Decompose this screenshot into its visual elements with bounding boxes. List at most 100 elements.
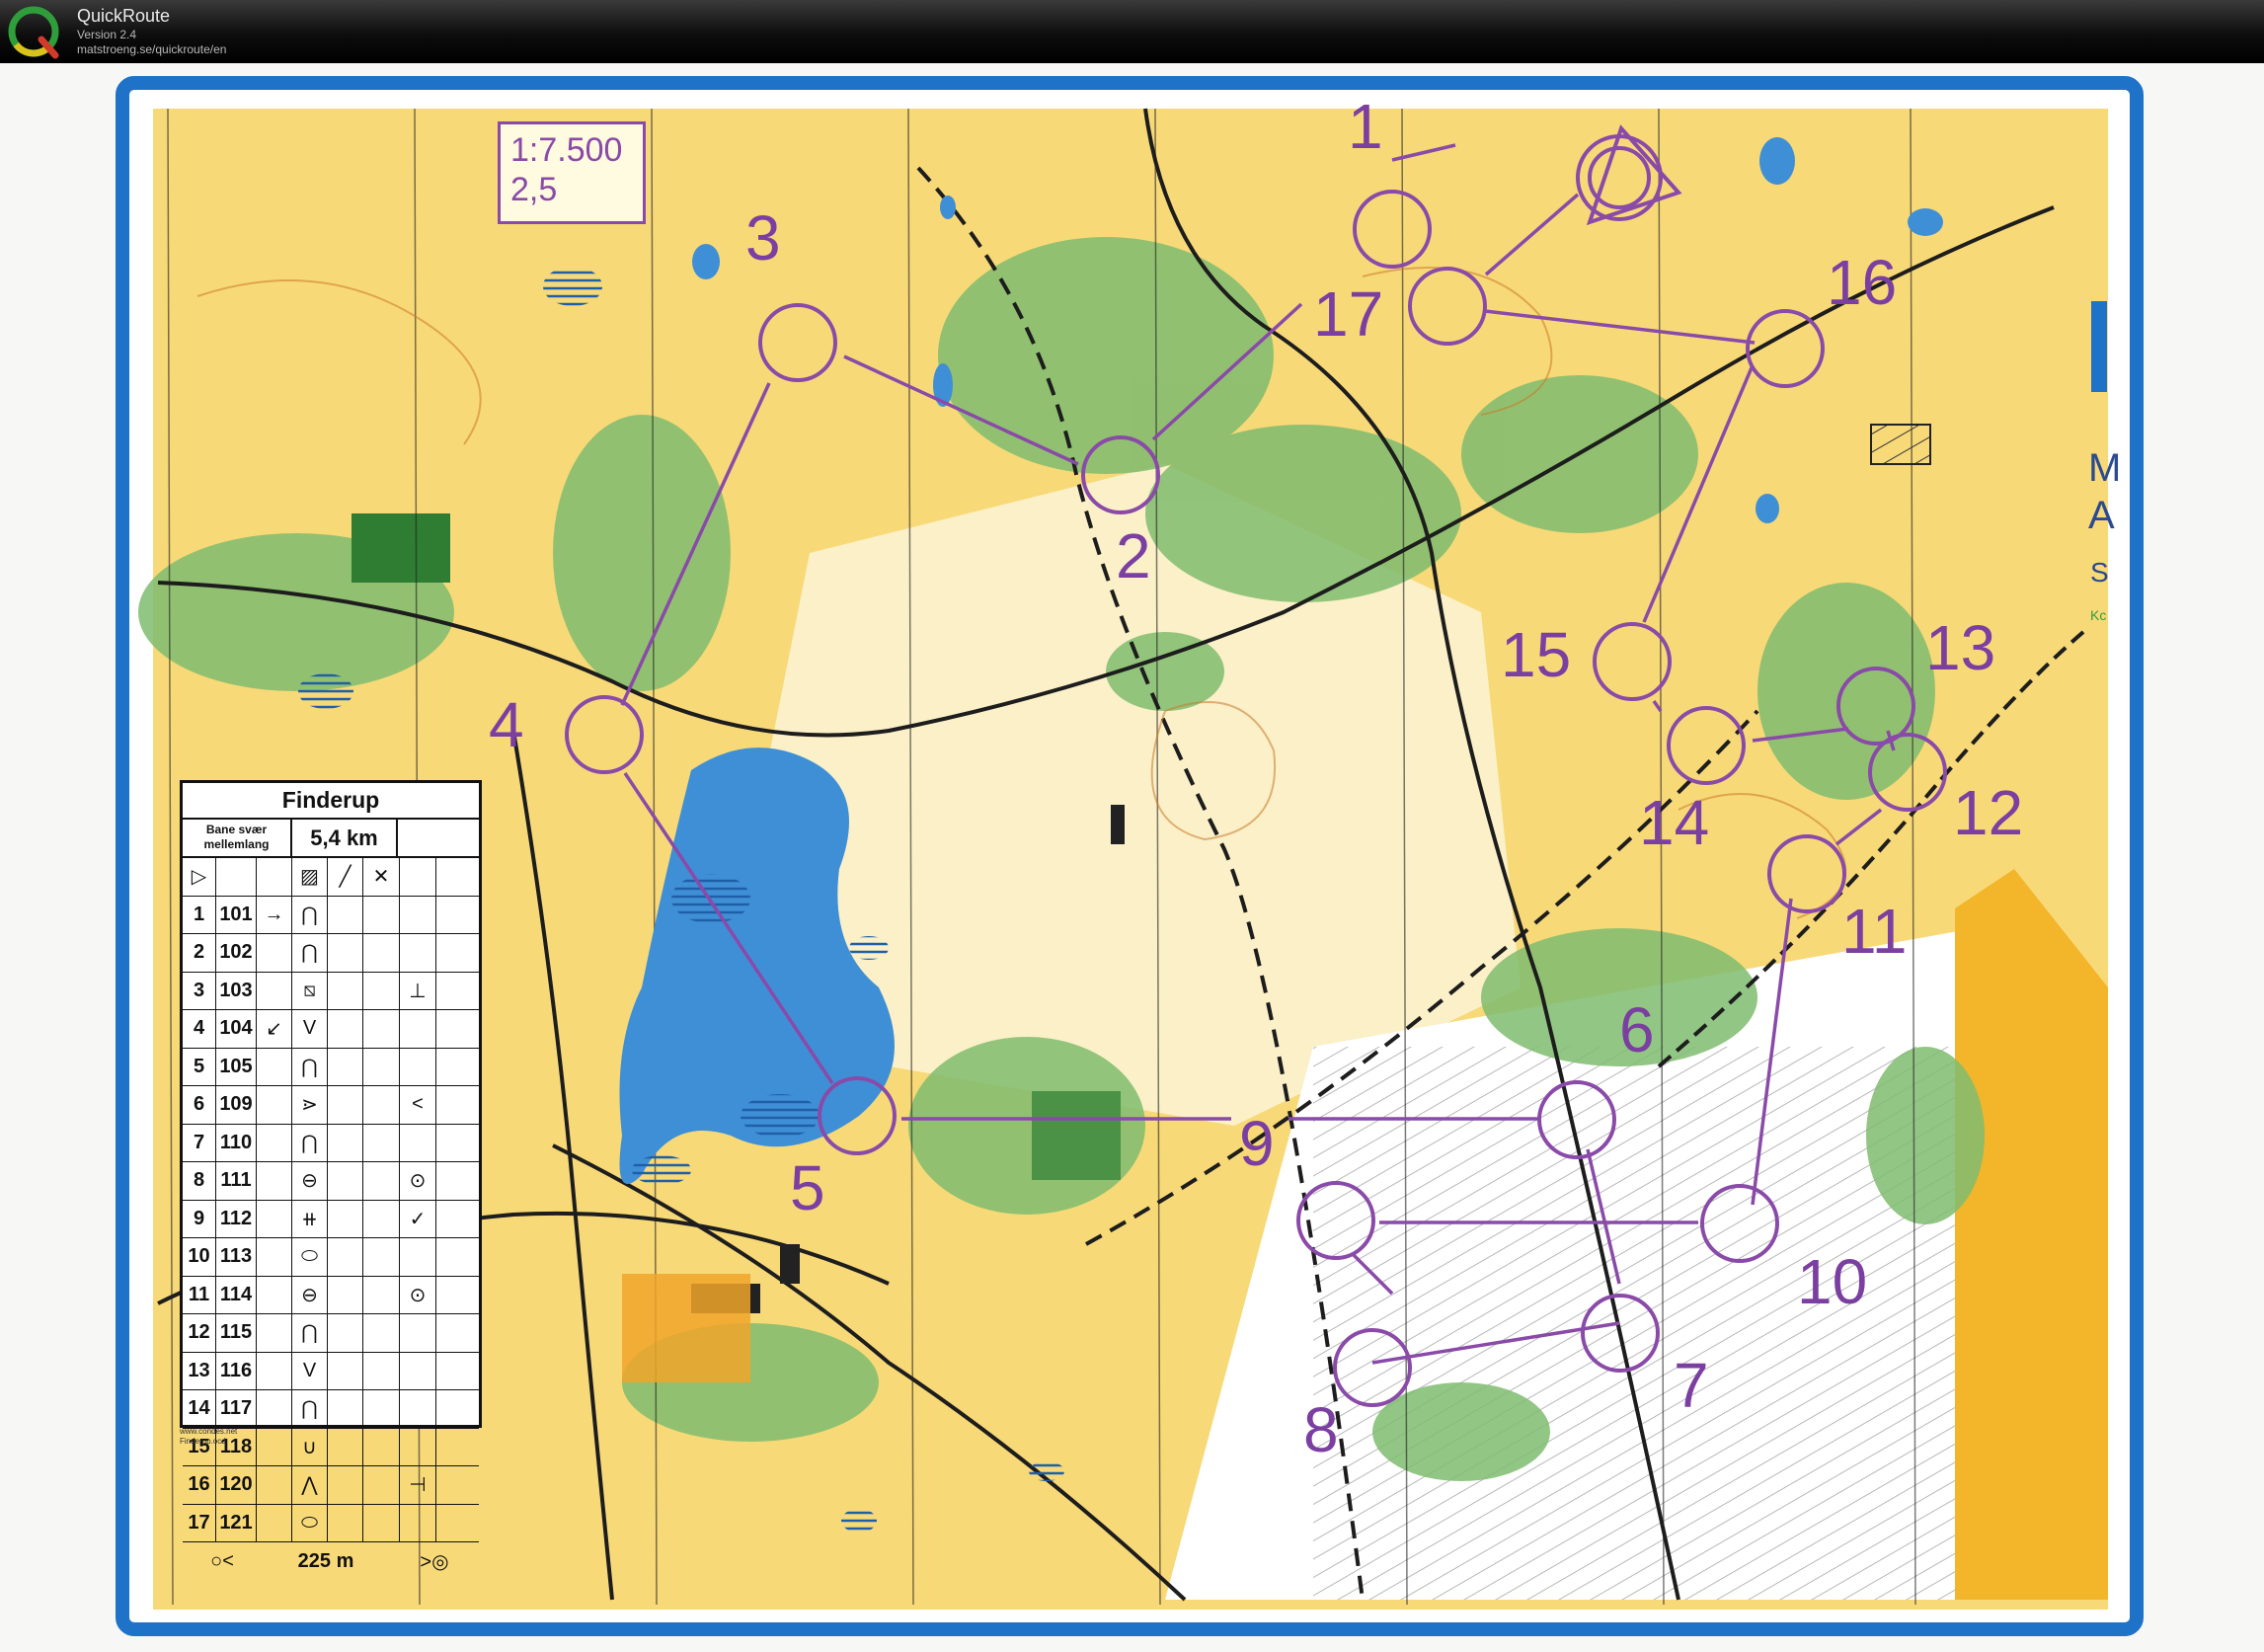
dimension bbox=[363, 1010, 400, 1048]
feature-symbol: ⋂ bbox=[292, 1124, 328, 1161]
direction-symbol bbox=[257, 1048, 292, 1085]
description-row: 10 113 ⬭ bbox=[183, 1238, 479, 1277]
dimension bbox=[363, 1390, 400, 1428]
other bbox=[436, 1238, 479, 1276]
start-row: ▷ ▨ ╱ ✕ bbox=[183, 858, 479, 897]
control-number: 7 bbox=[1674, 1350, 1709, 1421]
direction-symbol: ↙ bbox=[257, 1010, 292, 1048]
control-order: 1 bbox=[183, 896, 216, 933]
control-code: 111 bbox=[216, 1162, 257, 1200]
appearance bbox=[328, 934, 363, 972]
control-order: 14 bbox=[183, 1390, 216, 1428]
control-number: 13 bbox=[1925, 612, 1995, 683]
appearance bbox=[328, 972, 363, 1009]
dimension bbox=[363, 896, 400, 933]
other bbox=[436, 934, 479, 972]
control-code: 110 bbox=[216, 1124, 257, 1161]
control-number: 2 bbox=[1116, 520, 1151, 591]
app-url-link[interactable]: matstroeng.se/quickroute/en bbox=[77, 42, 226, 56]
map-scale-box: 1:7.500 2,5 bbox=[498, 121, 646, 224]
contour-interval: 2,5 bbox=[510, 171, 558, 208]
map-edge-letter: M bbox=[2088, 446, 2122, 490]
feature-symbol: ⊖ bbox=[292, 1276, 328, 1313]
other bbox=[436, 1505, 479, 1542]
slash-icon: ╱ bbox=[339, 866, 351, 889]
appearance bbox=[328, 1276, 363, 1313]
control-code: 115 bbox=[216, 1314, 257, 1352]
appearance bbox=[328, 1086, 363, 1124]
feature-symbol: ⋂ bbox=[292, 934, 328, 972]
appearance bbox=[328, 1010, 363, 1048]
appearance bbox=[328, 1314, 363, 1352]
control-order: 6 bbox=[183, 1086, 216, 1124]
appearance bbox=[328, 1504, 363, 1541]
description-row: 5 105 ⋂ bbox=[183, 1048, 479, 1086]
control-order: 13 bbox=[183, 1352, 216, 1389]
feature-symbol: V bbox=[292, 1352, 328, 1389]
direction-symbol bbox=[257, 1466, 292, 1504]
control-description-sheet: Finderup Bane svær mellemlang 5,4 km ▷ ▨… bbox=[180, 780, 482, 1573]
appearance bbox=[328, 896, 363, 933]
direction-symbol bbox=[257, 1162, 292, 1200]
description-row: 4 104 ↙ V bbox=[183, 1010, 479, 1049]
control-code: 112 bbox=[216, 1200, 257, 1237]
control-order: 5 bbox=[183, 1048, 216, 1085]
description-row: 17 121 ⬭ bbox=[183, 1504, 479, 1542]
control-code: 117 bbox=[216, 1390, 257, 1428]
feature-symbol: ⋀ bbox=[292, 1466, 328, 1504]
direction-symbol bbox=[257, 1238, 292, 1276]
direction-symbol bbox=[257, 1352, 292, 1389]
map-edge-letter: Kc bbox=[2090, 607, 2107, 623]
location-symbol bbox=[400, 1048, 436, 1085]
credit-line1: www.condes.net bbox=[180, 1427, 238, 1436]
appearance bbox=[328, 1238, 363, 1276]
control-code: 103 bbox=[216, 972, 257, 1009]
control-number: 6 bbox=[1619, 994, 1655, 1065]
other bbox=[436, 1429, 479, 1466]
location-symbol: < bbox=[400, 1086, 436, 1124]
location-symbol bbox=[400, 1390, 436, 1428]
app-version: Version 2.4 bbox=[77, 28, 137, 41]
finish-icon: >◎ bbox=[420, 1550, 449, 1573]
dimension bbox=[363, 1428, 400, 1465]
control-code: 109 bbox=[216, 1086, 257, 1124]
feature-symbol: ⧅ bbox=[292, 972, 328, 1009]
map-edge-letter: A bbox=[2088, 494, 2115, 537]
location-symbol bbox=[400, 1010, 436, 1048]
location-symbol: ✓ bbox=[400, 1200, 436, 1237]
control-code: 116 bbox=[216, 1352, 257, 1389]
control-order: 2 bbox=[183, 934, 216, 972]
description-row: 13 116 V bbox=[183, 1352, 479, 1390]
direction-symbol bbox=[257, 1200, 292, 1237]
other bbox=[436, 1049, 479, 1086]
control-code: 120 bbox=[216, 1466, 257, 1504]
dimension bbox=[363, 1352, 400, 1389]
dimension bbox=[363, 1276, 400, 1313]
control-number: 11 bbox=[1841, 896, 1907, 967]
control-number: 12 bbox=[1953, 777, 2023, 848]
credit-line2: Finderup.ocd bbox=[180, 1437, 226, 1446]
description-row: 14 117 ⋂ bbox=[183, 1390, 479, 1429]
control-order: 9 bbox=[183, 1200, 216, 1237]
dimension bbox=[363, 1124, 400, 1161]
direction-symbol bbox=[257, 1390, 292, 1428]
control-code: 121 bbox=[216, 1504, 257, 1541]
course-row: Bane svær mellemlang 5,4 km bbox=[183, 820, 479, 858]
other bbox=[436, 897, 479, 934]
course-length: 5,4 km bbox=[292, 820, 398, 856]
control-code: 101 bbox=[216, 896, 257, 933]
location-symbol bbox=[400, 1124, 436, 1161]
appearance bbox=[328, 1428, 363, 1465]
map-viewport[interactable]: 1 2 3 4 5 6 7 8 9 10 11 12 13 14 15 16 17 1:7.500 2,5 M … bbox=[0, 63, 2264, 1652]
control-order: 7 bbox=[183, 1124, 216, 1161]
appearance bbox=[328, 1200, 363, 1237]
dimension bbox=[363, 1238, 400, 1276]
finish-row: ○< 225 m >◎ bbox=[183, 1542, 479, 1580]
appearance bbox=[328, 1048, 363, 1085]
description-row: 9 112 ⧺ ✓ bbox=[183, 1200, 479, 1238]
control-number: 14 bbox=[1639, 787, 1709, 858]
location-symbol bbox=[400, 1504, 436, 1541]
direction-symbol bbox=[257, 1314, 292, 1352]
feature-symbol: ∪ bbox=[292, 1428, 328, 1465]
control-order: 3 bbox=[183, 972, 216, 1009]
